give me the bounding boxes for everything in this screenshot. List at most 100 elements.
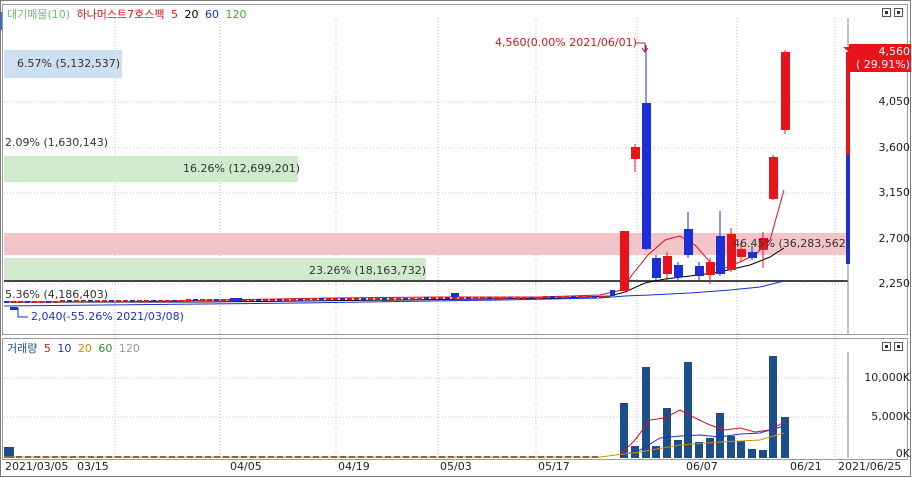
candle bbox=[652, 258, 661, 278]
candle bbox=[116, 300, 121, 302]
candle bbox=[368, 298, 373, 300]
x-tick-06-07: 06/07 bbox=[686, 460, 718, 473]
candle bbox=[480, 297, 485, 299]
candle bbox=[193, 299, 198, 301]
candle bbox=[769, 157, 778, 199]
current-change-value: ( 29.91%) bbox=[855, 58, 910, 71]
candle bbox=[123, 300, 128, 302]
x-tick-03-15: 03/15 bbox=[77, 460, 109, 473]
candle bbox=[536, 297, 541, 299]
x-tick-2021-06-25: 2021/06/25 bbox=[838, 460, 902, 473]
candle bbox=[200, 299, 205, 301]
candle bbox=[312, 298, 317, 300]
y-tick-2250: 2,250 bbox=[878, 277, 911, 290]
candle bbox=[277, 299, 282, 301]
candle bbox=[354, 298, 359, 300]
candle bbox=[452, 297, 457, 299]
volume-profile-label-5: 23.26% (18,163,732) bbox=[309, 264, 427, 277]
candle bbox=[249, 299, 254, 301]
candle bbox=[333, 298, 338, 300]
candle bbox=[305, 298, 310, 300]
candle bbox=[578, 296, 583, 298]
candle bbox=[445, 297, 450, 299]
volume-profile-label-1: 6.57% (5,132,537) bbox=[17, 57, 121, 70]
candle bbox=[515, 297, 520, 299]
candle bbox=[438, 297, 443, 299]
candle bbox=[270, 299, 275, 301]
candle bbox=[737, 249, 746, 257]
candle bbox=[326, 298, 331, 300]
candle bbox=[494, 297, 499, 299]
candle bbox=[32, 301, 37, 303]
candle bbox=[557, 296, 562, 298]
vol-tick-0k: 0K bbox=[895, 447, 910, 460]
volume-bar bbox=[737, 441, 745, 458]
candle bbox=[25, 301, 30, 303]
candle bbox=[53, 301, 58, 303]
current-price-value: 4,560 bbox=[878, 45, 911, 58]
x-tick-04-19: 04/19 bbox=[338, 460, 370, 473]
candle bbox=[781, 52, 790, 130]
candle bbox=[396, 298, 401, 300]
candle bbox=[207, 299, 212, 301]
volume-profile-label-3: 16.26% (12,699,201) bbox=[183, 162, 301, 175]
candle bbox=[319, 298, 324, 300]
candle bbox=[291, 299, 296, 301]
candle bbox=[631, 147, 640, 159]
candle bbox=[706, 262, 715, 275]
x-tick-06-21: 06/21 bbox=[790, 460, 822, 473]
candle bbox=[599, 296, 604, 298]
candle bbox=[748, 252, 757, 258]
candle bbox=[137, 300, 142, 302]
candle bbox=[10, 307, 18, 310]
candle bbox=[39, 301, 44, 303]
candle bbox=[151, 300, 156, 302]
candle bbox=[466, 297, 471, 299]
candle bbox=[695, 266, 704, 276]
candle bbox=[230, 298, 242, 301]
x-tick-05-17: 05/17 bbox=[538, 460, 570, 473]
candle bbox=[179, 300, 184, 302]
y-tick-4050: 4,050 bbox=[878, 95, 911, 108]
candle bbox=[592, 296, 597, 298]
volume-bar bbox=[727, 436, 735, 458]
volume-bars bbox=[4, 356, 789, 458]
volume-bar bbox=[769, 356, 777, 458]
low-annotation: 2,040(-55.26% 2021/03/08) bbox=[31, 310, 184, 323]
candle bbox=[410, 298, 415, 300]
x-tick-04-05: 04/05 bbox=[230, 460, 262, 473]
candle bbox=[186, 299, 191, 301]
candle bbox=[340, 298, 345, 300]
candle bbox=[46, 301, 51, 303]
x-tick-2021-03-05: 2021/03/05 bbox=[5, 460, 69, 473]
high-annotation: 4,560(0.00% 2021/06/01) bbox=[495, 36, 637, 49]
candle bbox=[674, 265, 683, 277]
candle bbox=[403, 298, 408, 300]
volume-bar bbox=[684, 362, 692, 458]
vol-tick-10000k: 10,000K bbox=[864, 371, 910, 384]
candle bbox=[144, 300, 149, 302]
candle bbox=[284, 299, 289, 301]
volume-bar bbox=[620, 403, 628, 458]
candle bbox=[431, 297, 436, 299]
candle bbox=[242, 299, 247, 301]
candle bbox=[529, 297, 534, 299]
candle bbox=[347, 298, 352, 300]
candle bbox=[459, 297, 464, 299]
candle bbox=[610, 290, 615, 296]
candle bbox=[424, 297, 429, 299]
candle bbox=[564, 296, 569, 298]
candle bbox=[18, 301, 23, 303]
candle bbox=[663, 256, 672, 274]
candle bbox=[375, 298, 380, 300]
candle bbox=[451, 293, 459, 297]
volume-bar bbox=[674, 440, 682, 458]
volume-bar bbox=[759, 450, 767, 458]
y-tick-3600: 3,600 bbox=[878, 141, 911, 154]
volume-profile-label-6: 5.36% (4,186,403) bbox=[5, 288, 109, 301]
candle bbox=[571, 296, 576, 298]
low-annotation-arrow bbox=[17, 308, 28, 318]
volume-bar bbox=[4, 447, 14, 458]
candle bbox=[214, 299, 219, 301]
vol-tick-5000k: 5,000K bbox=[871, 410, 910, 423]
